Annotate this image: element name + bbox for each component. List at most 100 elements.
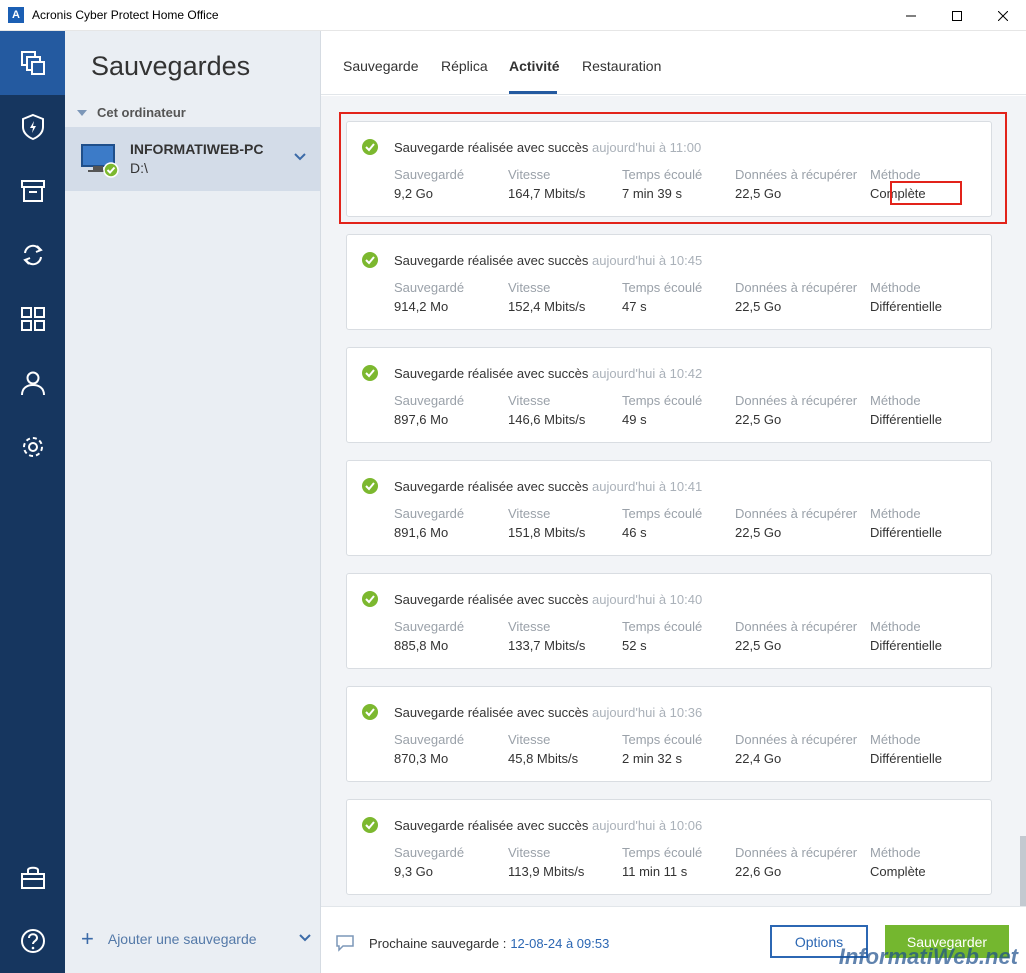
- field-label: Sauvegardé: [394, 393, 465, 408]
- activity-card[interactable]: Sauvegarde réalisée avec succès aujourd'…: [346, 460, 992, 556]
- activity-time: aujourd'hui à 10:45: [592, 253, 703, 268]
- nav-dashboard[interactable]: [0, 287, 65, 351]
- activity-field-saved: Sauvegardé 9,3 Go: [394, 845, 464, 879]
- add-backup-button[interactable]: + Ajouter une sauvegarde: [81, 928, 311, 950]
- field-value: 146,6 Mbits/s: [508, 412, 586, 427]
- field-label: Vitesse: [508, 732, 551, 747]
- field-value: 45,8 Mbits/s: [508, 751, 579, 766]
- activity-field-speed: Vitesse 164,7 Mbits/s: [508, 167, 585, 201]
- app-logo-icon: A: [8, 7, 24, 23]
- field-label: Méthode: [870, 167, 921, 182]
- activity-field-elapsed: Temps écoulé 11 min 11 s: [622, 845, 702, 879]
- activity-headline: Sauvegarde réalisée avec succès aujourd'…: [394, 705, 702, 720]
- nav-protection[interactable]: [0, 95, 65, 159]
- tab-restauration[interactable]: Restauration: [582, 58, 661, 74]
- sidebar: Sauvegardes Cet ordinateur INFORMATIWEB-…: [65, 31, 321, 973]
- field-value: 914,2 Mo: [394, 299, 449, 314]
- activity-field-recover: Données à récupérer 22,5 Go: [735, 167, 857, 201]
- shop-icon: [20, 866, 45, 889]
- activity-headline: Sauvegarde réalisée avec succès aujourd'…: [394, 140, 701, 155]
- activity-status: Sauvegarde réalisée avec succès: [394, 705, 589, 720]
- next-backup-info: Prochaine sauvegarde : 12-08-24 à 09:53: [335, 934, 609, 952]
- field-value: 7 min 39 s: [622, 186, 682, 201]
- nav-help[interactable]: [0, 909, 65, 973]
- left-nav: [0, 31, 65, 973]
- minimize-button[interactable]: [888, 0, 934, 31]
- field-value: Différentielle: [870, 412, 943, 427]
- chevron-down-icon[interactable]: [294, 153, 306, 161]
- field-label: Vitesse: [508, 619, 551, 634]
- activity-field-saved: Sauvegardé 885,8 Mo: [394, 619, 464, 653]
- nav-shop[interactable]: [0, 845, 65, 909]
- add-backup-label: Ajouter une sauvegarde: [107, 931, 257, 947]
- nav-archive[interactable]: [0, 159, 65, 223]
- tab-sauvegarde[interactable]: Sauvegarde: [343, 58, 419, 74]
- field-value: 2 min 32 s: [622, 751, 682, 766]
- field-label: Sauvegardé: [394, 167, 465, 182]
- tab-replica[interactable]: Réplica: [441, 58, 488, 74]
- watermark-logo: InformatiWeb.net: [838, 944, 1018, 969]
- activity-card[interactable]: Sauvegarde réalisée avec succès aujourd'…: [346, 573, 992, 669]
- success-check-icon: [362, 478, 378, 494]
- field-label: Vitesse: [508, 167, 551, 182]
- activity-card[interactable]: Sauvegarde réalisée avec succès aujourd'…: [346, 347, 992, 443]
- activity-card[interactable]: Sauvegarde réalisée avec succès aujourd'…: [346, 686, 992, 782]
- activity-field-recover: Données à récupérer 22,4 Go: [735, 732, 857, 766]
- activity-field-elapsed: Temps écoulé 7 min 39 s: [622, 167, 702, 201]
- activity-field-saved: Sauvegardé 897,6 Mo: [394, 393, 464, 427]
- activity-headline: Sauvegarde réalisée avec succès aujourd'…: [394, 479, 702, 494]
- field-value: 133,7 Mbits/s: [508, 638, 586, 653]
- nav-account[interactable]: [0, 351, 65, 415]
- field-value: 164,7 Mbits/s: [508, 186, 586, 201]
- comment-icon: [336, 935, 354, 952]
- computer-icon: [81, 144, 119, 178]
- activity-status: Sauvegarde réalisée avec succès: [394, 479, 589, 494]
- activity-field-elapsed: Temps écoulé 46 s: [622, 506, 702, 540]
- field-value: Différentielle: [870, 638, 943, 653]
- success-check-icon: [362, 704, 378, 720]
- title-bar: A Acronis Cyber Protect Home Office: [0, 0, 1026, 31]
- activity-card[interactable]: Sauvegarde réalisée avec succès aujourd'…: [346, 121, 992, 217]
- activity-status: Sauvegarde réalisée avec succès: [394, 253, 589, 268]
- maximize-button[interactable]: [934, 0, 980, 31]
- field-label: Données à récupérer: [735, 393, 858, 408]
- field-label: Temps écoulé: [622, 732, 703, 747]
- activity-field-method: Méthode Différentielle: [870, 732, 942, 766]
- activity-list: Sauvegarde réalisée avec succès aujourd'…: [321, 96, 1026, 906]
- archive-icon: [20, 180, 45, 202]
- next-backup-date: 12-08-24 à 09:53: [510, 935, 610, 951]
- chevron-down-icon[interactable]: [299, 934, 311, 942]
- activity-field-method: Méthode Complète: [870, 845, 926, 879]
- sidebar-item-backup[interactable]: INFORMATIWEB-PC D:\: [65, 127, 320, 191]
- sidebar-section-header[interactable]: Cet ordinateur: [77, 105, 186, 120]
- account-icon: [20, 371, 45, 396]
- close-button[interactable]: [980, 0, 1026, 31]
- field-value: Différentielle: [870, 525, 943, 540]
- field-label: Méthode: [870, 280, 921, 295]
- sync-icon: [22, 244, 43, 266]
- nav-sync[interactable]: [0, 223, 65, 287]
- page-title: Sauvegardes: [91, 51, 251, 81]
- scrollbar[interactable]: [1020, 96, 1026, 906]
- field-value: 22,5 Go: [735, 638, 782, 653]
- activity-card[interactable]: Sauvegarde réalisée avec succès aujourd'…: [346, 234, 992, 330]
- sidebar-section-label: Cet ordinateur: [97, 105, 186, 120]
- activity-field-speed: Vitesse 45,8 Mbits/s: [508, 732, 578, 766]
- help-icon: [20, 929, 45, 953]
- field-value: 152,4 Mbits/s: [508, 299, 586, 314]
- nav-backup[interactable]: [0, 31, 65, 95]
- field-value: 11 min 11 s: [622, 864, 688, 879]
- activity-headline: Sauvegarde réalisée avec succès aujourd'…: [394, 592, 702, 607]
- success-check-icon: [362, 591, 378, 607]
- collapse-triangle-icon: [77, 109, 87, 116]
- field-value: 151,8 Mbits/s: [508, 525, 586, 540]
- activity-card[interactable]: Sauvegarde réalisée avec succès aujourd'…: [346, 799, 992, 895]
- activity-time: aujourd'hui à 10:42: [592, 366, 703, 381]
- field-label: Temps écoulé: [622, 619, 703, 634]
- tab-activite[interactable]: Activité: [509, 58, 560, 74]
- tab-bar: Sauvegarde Réplica Activité Restauration: [321, 31, 1026, 95]
- nav-settings[interactable]: [0, 415, 65, 479]
- field-value: 22,5 Go: [735, 299, 782, 314]
- scrollbar-thumb[interactable]: [1020, 836, 1026, 906]
- success-check-icon: [362, 817, 378, 833]
